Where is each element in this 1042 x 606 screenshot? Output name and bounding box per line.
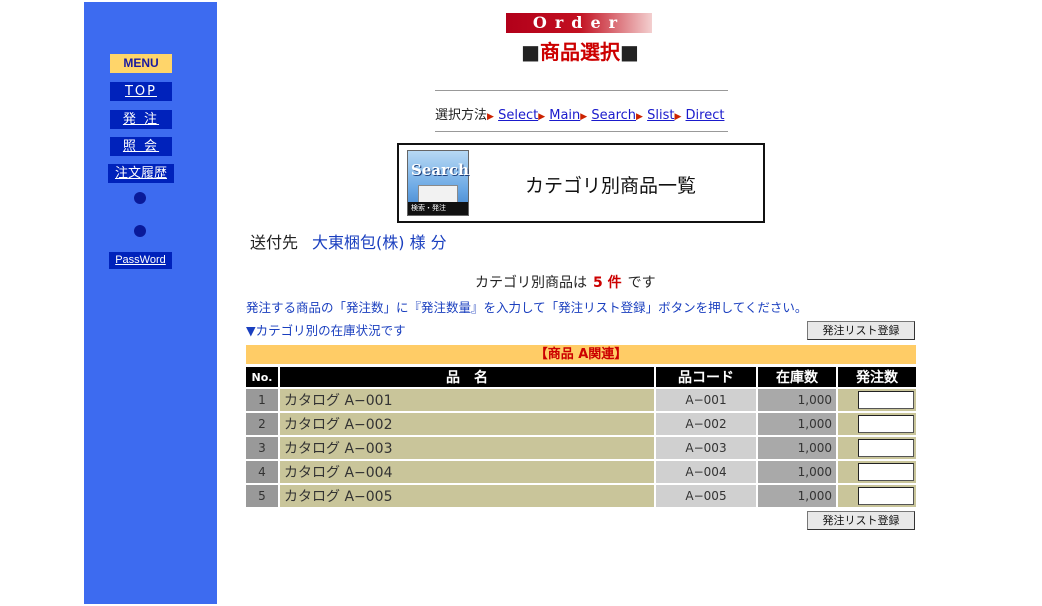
order-qty-cell <box>836 485 916 507</box>
table-row: 3 カタログ A−003 A−003 1,000 <box>246 437 916 459</box>
row-number: 4 <box>246 461 278 483</box>
instruction-text: 発注する商品の「発注数」に『発注数量』を入力して「発注リスト登録」ボタンを押して… <box>246 300 808 315</box>
sidebar: MENU TOP 発 注 照 会 注文履歴 PassWord <box>84 2 217 604</box>
col-header-name: 品 名 <box>278 367 654 387</box>
order-qty-input[interactable] <box>858 487 914 505</box>
bullet-dot-icon <box>134 225 146 237</box>
order-qty-input[interactable] <box>858 463 914 481</box>
item-count-value: 5 件 <box>593 275 622 291</box>
square-icon: ■ <box>620 40 639 64</box>
method-link-slist[interactable]: Slist <box>647 108 674 123</box>
col-header-stock: 在庫数 <box>756 367 836 387</box>
page-title-text: 商品選択 <box>540 40 620 64</box>
product-name: カタログ A−005 <box>278 485 654 507</box>
stock-count: 1,000 <box>756 413 836 435</box>
method-link-select[interactable]: Select <box>498 108 538 123</box>
triangle-right-icon: ▶ <box>538 112 546 122</box>
product-name: カタログ A−003 <box>278 437 654 459</box>
table-row: 4 カタログ A−004 A−004 1,000 <box>246 461 916 483</box>
col-header-no: No. <box>246 367 278 387</box>
stock-status-note: ▼カテゴリ別の在庫状況です <box>246 323 406 338</box>
row-number: 2 <box>246 413 278 435</box>
order-qty-input[interactable] <box>858 439 914 457</box>
nav-top-button[interactable]: TOP <box>110 82 172 101</box>
triangle-right-icon: ▶ <box>487 112 494 122</box>
order-qty-input[interactable] <box>858 391 914 409</box>
stock-count: 1,000 <box>756 437 836 459</box>
menu-heading: MENU <box>110 54 172 73</box>
method-link-direct[interactable]: Direct <box>686 108 725 123</box>
divider <box>435 90 728 91</box>
category-list-title: カテゴリ別商品一覧 <box>525 175 697 197</box>
product-name: カタログ A−004 <box>278 461 654 483</box>
col-header-qty: 発注数 <box>836 367 916 387</box>
method-label: 選択方法 <box>435 108 488 123</box>
product-code: A−004 <box>654 461 756 483</box>
col-header-code: 品コード <box>654 367 756 387</box>
stock-count: 1,000 <box>756 461 836 483</box>
triangle-right-icon: ▶ <box>674 112 682 122</box>
register-order-list-button-bottom[interactable]: 発注リスト登録 <box>807 511 915 530</box>
stock-count: 1,000 <box>756 485 836 507</box>
row-number: 1 <box>246 389 278 411</box>
category-header-box: Search 検索・発注 カテゴリ別商品一覧 <box>397 143 765 223</box>
order-qty-cell <box>836 413 916 435</box>
table-header-row: No. 品 名 品コード 在庫数 発注数 <box>246 367 916 387</box>
table-row: 2 カタログ A−002 A−002 1,000 <box>246 413 916 435</box>
method-link-main[interactable]: Main <box>549 108 580 123</box>
table-row: 5 カタログ A−005 A−005 1,000 <box>246 485 916 507</box>
destination-name: 大東梱包(株) 様 分 <box>312 233 447 252</box>
bullet-dot-icon <box>134 192 146 204</box>
square-icon: ■ <box>521 40 540 64</box>
table-row: 1 カタログ A−001 A−001 1,000 <box>246 389 916 411</box>
product-table: No. 品 名 品コード 在庫数 発注数 1 カタログ A−001 A−001 … <box>246 365 916 509</box>
page-title: ■商品選択■ <box>480 36 680 65</box>
order-qty-input[interactable] <box>858 415 914 433</box>
item-count: カテゴリ別商品は 5 件です <box>475 275 656 291</box>
triangle-right-icon: ▶ <box>580 112 588 122</box>
stock-count: 1,000 <box>756 389 836 411</box>
search-box-icon: Search 検索・発注 <box>407 150 469 216</box>
order-qty-cell <box>836 389 916 411</box>
divider <box>435 131 728 132</box>
register-order-list-button-top[interactable]: 発注リスト登録 <box>807 321 915 340</box>
page: MENU TOP 発 注 照 会 注文履歴 PassWord Order ■商品… <box>0 0 1042 606</box>
order-qty-cell <box>836 461 916 483</box>
product-name: カタログ A−002 <box>278 413 654 435</box>
product-code: A−003 <box>654 437 756 459</box>
product-name: カタログ A−001 <box>278 389 654 411</box>
nav-order-history-button[interactable]: 注文履歴 <box>108 164 174 183</box>
nav-password-button[interactable]: PassWord <box>109 252 172 269</box>
row-number: 5 <box>246 485 278 507</box>
category-band: 【商品 A関連】 <box>246 345 916 364</box>
destination-label: 送付先 <box>250 233 299 252</box>
nav-order-button[interactable]: 発 注 <box>110 110 172 129</box>
selection-method-bar: 選択方法▶ Select▶ Main▶ Search▶ Slist▶ Direc… <box>435 104 728 123</box>
nav-inquiry-button[interactable]: 照 会 <box>110 137 172 156</box>
method-link-search[interactable]: Search <box>591 108 636 123</box>
destination: 送付先 大東梱包(株) 様 分 <box>250 229 447 253</box>
product-code: A−001 <box>654 389 756 411</box>
triangle-right-icon: ▶ <box>636 112 643 122</box>
order-qty-cell <box>836 437 916 459</box>
order-banner: Order <box>506 13 652 33</box>
row-number: 3 <box>246 437 278 459</box>
product-code: A−002 <box>654 413 756 435</box>
product-code: A−005 <box>654 485 756 507</box>
